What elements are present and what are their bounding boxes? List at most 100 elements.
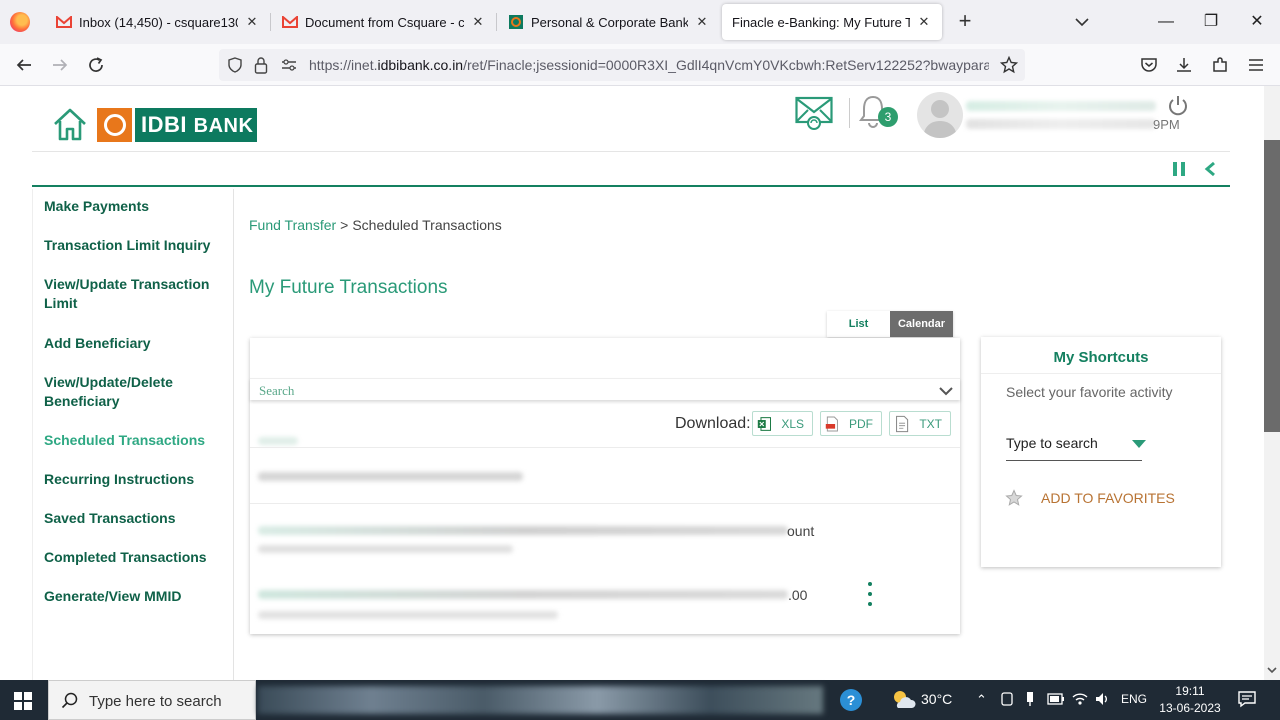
sidebar-item-scheduled-transactions[interactable]: Scheduled Transactions [44,431,230,450]
windows-start-icon[interactable] [14,692,32,710]
home-icon[interactable] [52,106,88,142]
chevron-down-icon[interactable] [938,385,954,397]
chevron-up-icon[interactable]: ⌃ [976,692,987,708]
download-xls-button[interactable]: XLS [752,411,813,436]
idbi-bank-logo[interactable]: IDBI BANK [97,108,257,142]
download-icon [1177,58,1191,72]
notifications-icon[interactable] [1238,690,1256,708]
excel-file-icon [757,416,772,431]
mail-icon[interactable] [795,96,833,130]
browser-nav-bar: https://inet.idbibank.co.in/ret/Finacle;… [0,44,1280,86]
download-txt-button[interactable]: TXT [889,411,951,436]
shortcut-select[interactable]: Type to search [1006,433,1142,461]
language-indicator[interactable]: ENG [1121,692,1147,706]
taskbar-search-box[interactable]: Type here to search [48,680,256,720]
add-to-favorites-link[interactable]: ADD TO FAVORITES [1041,490,1175,506]
tab-title: Document from Csquare - csqu [305,14,464,30]
help-icon[interactable]: ? [840,689,862,711]
lock-icon[interactable] [254,56,268,74]
page-title: My Future Transactions [249,277,448,298]
search-label: Search [259,383,295,398]
downloads-button[interactable] [1172,53,1196,77]
tab-finacle-active[interactable]: Finacle e-Banking: My Future Transa ✕ [722,4,942,40]
list-view-button[interactable]: List [827,311,890,337]
sidebar-item-recurring-instructions[interactable]: Recurring Instructions [44,470,230,489]
search-panel-toggle[interactable]: Search [250,378,960,400]
speaker-icon[interactable] [1095,692,1111,706]
sidebar-item-add-beneficiary[interactable]: Add Beneficiary [44,334,230,353]
shield-icon[interactable] [227,57,243,73]
windows-taskbar: Type here to search [0,680,1280,720]
sidebar-item-update-transaction-limit[interactable]: View/Update Transaction Limit [44,275,230,313]
battery-icon[interactable] [1047,693,1065,705]
breadcrumb-separator: > [340,217,349,233]
menu-button[interactable] [1244,53,1268,77]
clock-time: 19:11 [1175,684,1205,698]
redacted-text [258,590,788,599]
sidebar-item-completed-transactions[interactable]: Completed Transactions [44,548,230,567]
window-close-button[interactable]: ✕ [1245,10,1269,34]
permissions-icon[interactable] [281,58,297,72]
firefox-icon[interactable] [10,12,30,32]
redacted-text [258,526,788,535]
restore-button[interactable]: ❐ [1199,10,1223,34]
sidebar: Make Payments Transaction Limit Inquiry … [32,189,234,680]
transactions-card: Search Download: XLS PDF TXT ount .00 [250,338,960,634]
back-button[interactable] [12,53,36,77]
pocket-button[interactable] [1137,53,1161,77]
url-bar[interactable]: https://inet.idbibank.co.in/ret/Finacle;… [219,49,1025,81]
bookmark-star-icon[interactable] [1000,56,1018,74]
close-tab-icon[interactable]: ✕ [916,14,932,30]
forward-button[interactable] [48,53,72,77]
chevron-left-icon[interactable] [1204,161,1216,177]
minimize-button[interactable]: — [1154,10,1178,34]
extensions-button[interactable] [1208,53,1232,77]
browser-tab-bar: Inbox (14,450) - csquare1303@ ✕ Document… [0,0,1280,44]
sidebar-item-update-beneficiary[interactable]: View/Update/Delete Beneficiary [44,373,230,411]
breadcrumb-link-fund-transfer[interactable]: Fund Transfer [249,217,336,233]
row-actions-menu-icon[interactable] [866,582,874,606]
arrow-right-icon [53,59,68,71]
star-icon[interactable] [1005,489,1023,507]
pause-icon[interactable] [1172,161,1186,177]
avatar[interactable] [917,92,963,138]
sidebar-item-generate-mmid[interactable]: Generate/View MMID [44,587,230,606]
tab-title: Finacle e-Banking: My Future Transa [732,14,910,30]
scroll-down-icon[interactable] [1266,664,1278,676]
reload-icon [89,57,103,72]
tab-document[interactable]: Document from Csquare - csqu ✕ [272,4,496,40]
gmail-icon [56,14,72,30]
hamburger-icon [1249,59,1263,71]
power-icon[interactable] [1166,94,1190,118]
chevron-down-icon[interactable] [1072,12,1092,32]
row-divider [250,503,960,504]
scrollbar-thumb[interactable] [1264,140,1280,432]
logo-mark [97,108,135,142]
tab-inbox[interactable]: Inbox (14,450) - csquare1303@ ✕ [46,4,270,40]
reload-button[interactable] [84,53,108,77]
sidebar-item-saved-transactions[interactable]: Saved Transactions [44,509,230,528]
arrow-left-icon [16,59,31,71]
temperature-label[interactable]: 30°C [921,691,952,707]
tab-banking[interactable]: Personal & Corporate Banking | ✕ [498,4,720,40]
logo-text-idbi: IDBI [141,112,187,137]
calendar-view-button[interactable]: Calendar [890,311,953,337]
close-tab-icon[interactable]: ✕ [470,14,486,30]
download-pdf-button[interactable]: PDF [820,411,882,436]
gmail-icon [282,14,298,30]
sidebar-item-transaction-limit-inquiry[interactable]: Transaction Limit Inquiry [44,236,230,255]
dropdown-caret-icon[interactable] [1132,440,1146,448]
download-label: Download: [675,415,751,432]
taskbar-clock[interactable]: 19:11 13-06-2023 [1158,683,1222,717]
usb-device-icon[interactable] [1025,691,1035,707]
meet-now-icon[interactable] [1001,692,1013,706]
new-tab-button[interactable]: + [953,10,977,34]
wifi-icon[interactable] [1072,692,1088,706]
notification-badge[interactable]: 3 [878,107,898,127]
close-tab-icon[interactable]: ✕ [694,14,710,30]
weather-icon[interactable] [890,688,916,710]
sidebar-item-make-payments[interactable]: Make Payments [44,197,230,216]
clock-date: 13-06-2023 [1159,701,1221,715]
url-domain: idbibank.co.in [377,57,464,73]
close-tab-icon[interactable]: ✕ [244,14,260,30]
